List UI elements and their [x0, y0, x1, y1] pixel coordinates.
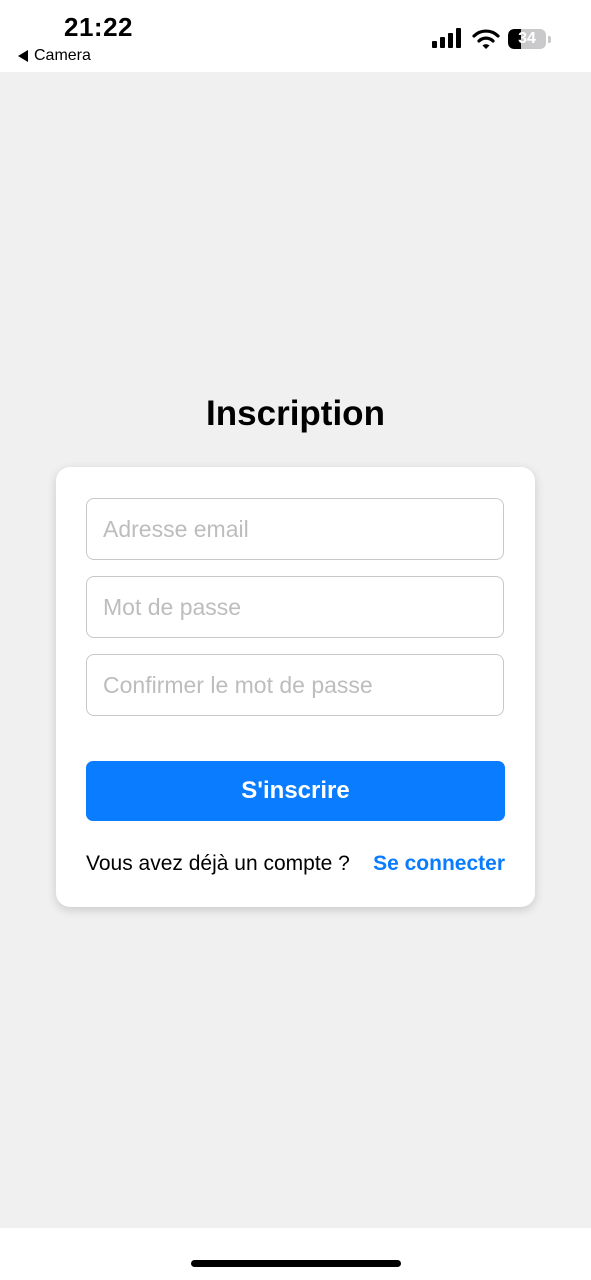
signup-button[interactable]: S'inscrire [86, 761, 505, 821]
battery-icon: 34 [508, 27, 552, 51]
back-to-camera-link[interactable]: Camera [18, 47, 91, 65]
battery-body: 34 [508, 29, 546, 49]
wifi-icon [472, 29, 500, 49]
password-field[interactable] [86, 576, 504, 638]
battery-cap [548, 36, 551, 43]
main-content: Inscription S'inscrire Vous avez déjà un… [0, 72, 591, 1228]
page-title: Inscription [206, 394, 385, 433]
signin-row: Vous avez déjà un compte ? Se connecter [86, 852, 505, 876]
signup-screen: 21:22 Camera 34 Inscription Adresse emai… [0, 0, 591, 1280]
home-area [0, 1228, 591, 1280]
battery-level: 34 [518, 30, 536, 47]
status-time: 21:22 [64, 12, 133, 42]
confirm-password-field[interactable] [86, 654, 504, 716]
signin-link[interactable]: Se connecter [373, 852, 505, 876]
signup-card: S'inscrire Vous avez déjà un compte ? Se… [56, 467, 535, 907]
back-link-label: Camera [34, 47, 91, 64]
signin-prompt: Vous avez déjà un compte ? [86, 852, 350, 875]
email-field[interactable] [86, 498, 504, 560]
back-arrow-icon [18, 50, 28, 62]
status-bar: 21:22 Camera 34 [0, 0, 591, 72]
cellular-signal-icon [432, 28, 461, 48]
home-indicator[interactable] [191, 1260, 401, 1267]
